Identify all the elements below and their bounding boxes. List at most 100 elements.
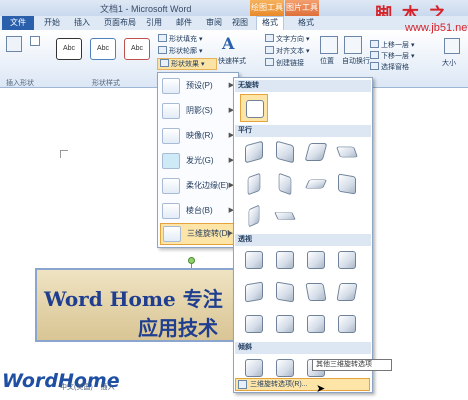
rotation-perspective-tile[interactable] bbox=[333, 310, 361, 338]
bring-forward-icon bbox=[370, 40, 379, 48]
rotation-perspective-tile[interactable] bbox=[271, 278, 299, 306]
shape-style-2[interactable]: Abc bbox=[90, 38, 116, 60]
status-language: 中文(美国) bbox=[60, 384, 93, 391]
menu-item-shadow[interactable]: 阴影(S) ▶ bbox=[160, 101, 236, 123]
menu-item-preset[interactable]: 预设(P) ▶ bbox=[160, 76, 236, 98]
rotation-perspective-tile[interactable] bbox=[333, 246, 361, 274]
edit-shape-icon[interactable] bbox=[30, 36, 40, 46]
position-icon[interactable] bbox=[320, 36, 338, 54]
rotation-preview-icon bbox=[245, 359, 263, 377]
create-link-button[interactable]: 创建链接 bbox=[265, 58, 304, 68]
tab-file[interactable]: 文件 bbox=[2, 16, 34, 30]
rotation-perspective-tile[interactable] bbox=[271, 246, 299, 274]
rotation-perspective-tile[interactable] bbox=[333, 278, 361, 306]
wrap-text-label[interactable]: 自动换行 bbox=[342, 56, 370, 66]
tab-format[interactable]: 格式 bbox=[256, 16, 284, 30]
window-title: 文档1 - Microsoft Word bbox=[100, 4, 192, 14]
shape-outline-label: 形状轮廓 ▾ bbox=[169, 48, 203, 55]
menu-item-label: 预设(P) bbox=[186, 81, 213, 90]
tab-mailings[interactable]: 邮件 bbox=[176, 17, 192, 28]
status-mode: 插入 bbox=[100, 384, 115, 391]
selection-pane-icon bbox=[370, 62, 379, 70]
shape-style-1[interactable]: Abc bbox=[56, 38, 82, 60]
page-corner-mark bbox=[60, 150, 68, 158]
send-backward-button[interactable]: 下移一层 ▾ bbox=[370, 51, 414, 61]
rotation-parallel-tile[interactable] bbox=[271, 170, 299, 198]
tab-view[interactable]: 视图 bbox=[232, 17, 248, 28]
quick-styles-icon[interactable]: A bbox=[222, 34, 238, 53]
rotation-preview-icon bbox=[336, 146, 358, 158]
rotation-parallel-tile[interactable] bbox=[240, 138, 268, 166]
text-direction-button[interactable]: 文字方向 ▾ bbox=[265, 34, 309, 44]
rotation-perspective-tile[interactable] bbox=[302, 310, 330, 338]
menu-item-soft-edges[interactable]: 柔化边缘(E) ▶ bbox=[160, 176, 236, 198]
shapes-gallery-icon[interactable] bbox=[6, 36, 22, 52]
tab-insert[interactable]: 插入 bbox=[74, 17, 90, 28]
menu-item-label: 柔化边缘(E) bbox=[186, 181, 229, 190]
rotation-perspective-tile[interactable] bbox=[271, 310, 299, 338]
3d-rotation-options-item[interactable]: 三维旋转选项(R)... bbox=[235, 378, 370, 391]
tab-references[interactable]: 引用 bbox=[146, 17, 162, 28]
rotation-preview-icon bbox=[247, 172, 261, 196]
rotation-parallel-tile[interactable] bbox=[271, 202, 299, 230]
tab-home[interactable]: 开始 bbox=[44, 17, 60, 28]
rotation-preview-icon bbox=[276, 359, 294, 377]
rotation-preview-icon bbox=[276, 140, 294, 164]
quick-styles-label[interactable]: 快速样式 bbox=[218, 56, 246, 66]
rotation-parallel-tile[interactable] bbox=[240, 202, 268, 230]
rotation-perspective-tile[interactable] bbox=[302, 246, 330, 274]
tab-format-picture[interactable]: 格式 bbox=[298, 17, 314, 28]
rotation-parallel-tile[interactable] bbox=[333, 170, 361, 198]
3d-rotation-options-label: 三维旋转选项(R)... bbox=[250, 381, 308, 388]
tab-review[interactable]: 审阅 bbox=[206, 17, 222, 28]
align-text-label: 对齐文本 ▾ bbox=[276, 48, 310, 55]
shape-fill-button[interactable]: 形状填充 ▾ bbox=[158, 34, 202, 44]
soft-edges-icon bbox=[162, 178, 180, 194]
bring-forward-button[interactable]: 上移一层 ▾ bbox=[370, 40, 414, 50]
shape-style-3[interactable]: Abc bbox=[124, 38, 150, 60]
rotation-preview-icon bbox=[338, 251, 356, 269]
align-text-button[interactable]: 对齐文本 ▾ bbox=[265, 46, 309, 56]
rotation-preview-icon bbox=[248, 204, 260, 228]
menu-item-label: 发光(G) bbox=[186, 156, 214, 165]
rotation-parallel-tile[interactable] bbox=[302, 170, 330, 198]
selection-pane-button[interactable]: 选择窗格 bbox=[370, 62, 409, 72]
bevel-icon bbox=[162, 203, 180, 219]
size-icon[interactable] bbox=[444, 38, 460, 54]
rotation-perspective-tile[interactable] bbox=[240, 246, 268, 274]
tab-page-layout[interactable]: 页面布局 bbox=[104, 17, 136, 28]
menu-item-label: 映像(R) bbox=[186, 131, 214, 140]
bring-forward-label: 上移一层 ▾ bbox=[381, 42, 415, 49]
rotation-preview-icon bbox=[276, 251, 294, 269]
wrap-text-icon[interactable] bbox=[344, 36, 362, 54]
rotation-parallel-tile[interactable] bbox=[240, 170, 268, 198]
rotation-parallel-tile[interactable] bbox=[271, 138, 299, 166]
3d-rotation-icon bbox=[163, 226, 181, 242]
rotation-perspective-tile[interactable] bbox=[240, 310, 268, 338]
section-oblique: 倾斜 bbox=[235, 342, 371, 354]
rotation-preview-icon bbox=[245, 251, 263, 269]
menu-item-glow[interactable]: 发光(G) ▶ bbox=[160, 151, 236, 173]
rotation-none-tile[interactable] bbox=[240, 94, 268, 122]
shape-fill-label: 形状填充 ▾ bbox=[169, 36, 203, 43]
site-watermark-url: www.jb51.net bbox=[405, 22, 468, 34]
menu-item-bevel[interactable]: 棱台(B) ▶ bbox=[160, 201, 236, 223]
rotation-preview-icon bbox=[304, 179, 328, 189]
rotation-perspective-tile[interactable] bbox=[240, 278, 268, 306]
size-label: 大小 bbox=[442, 60, 456, 67]
rotation-parallel-tile[interactable] bbox=[333, 138, 361, 166]
menu-item-3d-rotation[interactable]: 三维旋转(D) ▶ bbox=[160, 223, 236, 245]
rotation-handle[interactable] bbox=[188, 257, 195, 264]
fill-icon bbox=[158, 34, 167, 42]
text-direction-icon bbox=[265, 34, 274, 42]
shape-effects-button[interactable]: 形状效果 ▾ bbox=[157, 58, 217, 70]
send-backward-icon bbox=[370, 51, 379, 59]
position-label[interactable]: 位置 bbox=[320, 56, 334, 66]
shape-outline-button[interactable]: 形状轮廓 ▾ bbox=[158, 46, 202, 56]
banner-line-1: Word Home 专注 bbox=[44, 287, 223, 311]
section-parallel: 平行 bbox=[235, 125, 371, 137]
rotation-perspective-tile[interactable] bbox=[302, 278, 330, 306]
rotation-parallel-tile[interactable] bbox=[302, 138, 330, 166]
menu-item-reflection[interactable]: 映像(R) ▶ bbox=[160, 126, 236, 148]
rotation-preview-icon bbox=[304, 143, 328, 161]
